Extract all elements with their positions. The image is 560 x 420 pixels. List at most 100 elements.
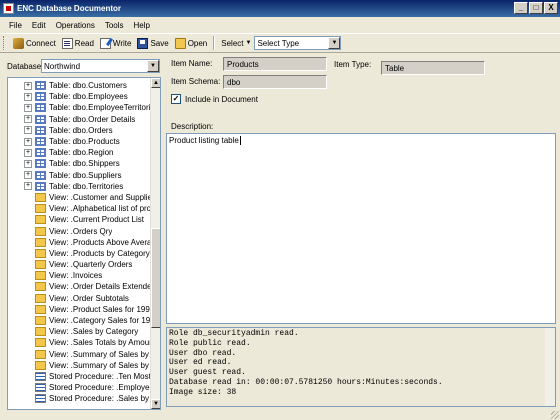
minimize-button[interactable]: _ [514,2,528,14]
item-schema-field[interactable]: dbo [223,75,327,89]
select-type-combo[interactable]: Select Type ▼ [254,36,342,50]
description-label: Description: [171,122,214,131]
tree-node-label: View: .Category Sales for 1997 [49,316,151,326]
tree-node-table[interactable]: + Table: dbo.Products [8,136,151,147]
table-icon [35,170,46,180]
tree-node-label: View: .Order Subtotals [49,293,129,303]
connect-button[interactable]: Connect [10,35,59,51]
view-icon [35,260,46,270]
tree-node-proc[interactable]: Stored Procedure: .Sales by Year [8,393,151,404]
open-button[interactable]: Open [172,35,211,51]
scroll-down-button[interactable]: ▼ [151,399,160,409]
tree-node-table[interactable]: + Table: dbo.Shippers [8,158,151,169]
tree-node-label: Stored Procedure: .Sales by Year [49,394,151,404]
tree-node-label: View: .Sales Totals by Amount [49,338,151,348]
tree-node-view[interactable]: View: .Order Subtotals [8,293,151,304]
tree-node-label: Table: dbo.Region [49,148,114,158]
menu-file[interactable]: File [4,21,27,30]
expand-icon[interactable]: + [24,126,32,135]
resize-grip-icon[interactable] [551,411,559,419]
close-button[interactable]: X [544,2,558,14]
expand-icon[interactable]: + [24,115,32,124]
save-label: Save [150,38,169,48]
tree-node-label: View: .Summary of Sales by Year [49,360,151,370]
tree-node-view[interactable]: View: .Sales by Category [8,326,151,337]
include-in-document-checkbox[interactable]: ✓ [171,94,181,104]
tree-node-view[interactable]: View: .Invoices [8,270,151,281]
menu-tools[interactable]: Tools [100,21,129,30]
view-icon [35,226,46,236]
log-line: Role public read. [169,338,251,348]
tree-node-table[interactable]: + Table: dbo.Customers [8,80,151,91]
chevron-down-icon: ▼ [245,40,252,46]
tree-node-view[interactable]: View: .Products by Category [8,248,151,259]
tree-scrollbar[interactable]: ▲ ▼ [150,78,160,409]
tree-node-table[interactable]: + Table: dbo.Suppliers [8,170,151,181]
expand-icon[interactable]: + [24,81,32,90]
object-tree[interactable]: + Table: dbo.Customers + Table: dbo.Employe… [7,77,161,410]
chevron-down-icon[interactable]: ▼ [328,37,341,49]
item-name-field[interactable]: Products [223,57,327,71]
expand-icon[interactable]: + [24,103,32,112]
table-icon [35,103,46,113]
scroll-up-button[interactable]: ▲ [151,78,160,88]
select-dropdown-button[interactable]: Select ▼ [218,39,254,48]
tree-node-table[interactable]: + Table: dbo.Order Details [8,114,151,125]
expand-icon[interactable]: + [24,137,32,146]
save-button[interactable]: Save [134,35,171,51]
item-type-field[interactable]: Table [381,61,485,75]
view-icon [35,316,46,326]
expand-icon[interactable]: + [24,171,32,180]
tree-node-view[interactable]: View: .Quarterly Orders [8,259,151,270]
tree-node-table[interactable]: + Table: dbo.EmployeeTerritories [8,102,151,113]
tree-node-proc[interactable]: Stored Procedure: .Employee Sales by Cou… [8,382,151,393]
table-icon [35,81,46,91]
log-scrollbar[interactable] [545,328,555,406]
view-icon [35,248,46,258]
database-label: Database [7,62,42,71]
menu-edit[interactable]: Edit [27,21,51,30]
tree-node-label: View: .Current Product List [49,215,145,225]
tree-node-table[interactable]: + Table: dbo.Region [8,147,151,158]
tree-node-view[interactable]: View: .Summary of Sales by Year [8,360,151,371]
expand-icon[interactable]: + [24,92,32,101]
tree-node-table[interactable]: + Table: dbo.Territories [8,181,151,192]
expand-icon[interactable]: + [24,159,32,168]
tree-node-view[interactable]: View: .Customer and Suppliers by City [8,192,151,203]
toolbar-grip[interactable] [3,36,6,50]
menu-operations[interactable]: Operations [51,21,100,30]
log-output[interactable]: Role db_securityadmin read. Role public … [166,327,556,407]
expand-icon[interactable]: + [24,182,32,191]
table-icon [35,148,46,158]
view-icon [35,271,46,281]
tree-node-table[interactable]: + Table: dbo.Orders [8,125,151,136]
tree-node-view[interactable]: View: .Order Details Extended [8,281,151,292]
tree-node-view[interactable]: View: .Alphabetical list of products [8,203,151,214]
tree-node-proc[interactable]: Stored Procedure: .Ten Most Expensive Pr… [8,371,151,382]
maximize-button[interactable]: □ [529,2,543,14]
database-combo[interactable]: Northwind ▼ [41,59,160,73]
chevron-down-icon[interactable]: ▼ [147,60,159,72]
view-icon [35,204,46,214]
scroll-thumb[interactable] [151,228,160,328]
tree-node-label: Table: dbo.Customers [49,81,127,91]
tree-node-view[interactable]: View: .Category Sales for 1997 [8,315,151,326]
menu-help[interactable]: Help [129,21,155,30]
tree-node-view[interactable]: View: .Sales Totals by Amount [8,337,151,348]
read-button[interactable]: Read [59,35,97,51]
tree-node-view[interactable]: View: .Summary of Sales by Quarter [8,349,151,360]
write-button[interactable]: Write [97,35,135,51]
tree-node-view[interactable]: View: .Product Sales for 1997 [8,304,151,315]
tree-node-view[interactable]: View: .Products Above Average Price [8,237,151,248]
expand-icon[interactable]: + [24,148,32,157]
tree-node-label: View: .Sales by Category [49,327,139,337]
log-line: Role db_securityadmin read. [169,329,299,338]
description-textarea[interactable]: Product listing table [166,133,556,324]
view-icon [35,192,46,202]
tree-node-view[interactable]: View: .Current Product List [8,214,151,225]
tree-node-table[interactable]: + Table: dbo.Employees [8,91,151,102]
tree-node-label: Table: dbo.EmployeeTerritories [49,103,151,113]
table-icon [35,181,46,191]
open-folder-icon [174,37,186,49]
tree-node-view[interactable]: View: .Orders Qry [8,225,151,236]
